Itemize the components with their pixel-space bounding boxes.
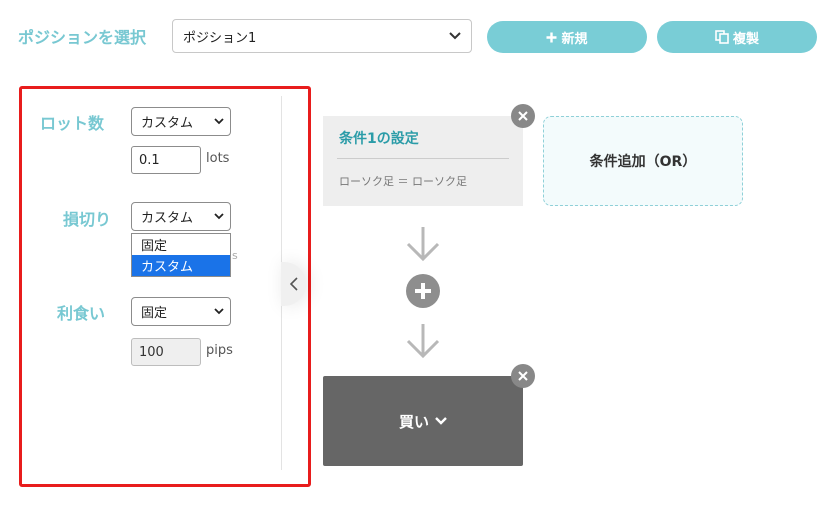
position-select-label: ポジションを選択 (18, 28, 147, 47)
take-profit-mode-select[interactable]: 固定 (131, 297, 231, 326)
dropdown-option-fixed[interactable]: 固定 (132, 234, 230, 255)
condition-title: 条件1の設定 (339, 131, 419, 147)
position-select[interactable]: ポジション1 (172, 19, 472, 53)
stop-loss-label: 損切り (63, 210, 112, 229)
chevron-down-icon (214, 118, 224, 125)
stop-loss-mode-select[interactable]: カスタム (131, 202, 231, 231)
new-button-label: 新規 (561, 31, 588, 47)
add-or-condition-button[interactable]: 条件追加（OR） (543, 116, 743, 206)
lot-label: ロット数 (40, 114, 105, 133)
plus-icon (546, 32, 557, 42)
remove-condition-button[interactable] (511, 104, 535, 128)
arrow-down-icon (406, 324, 440, 359)
copy-icon (715, 30, 729, 44)
remove-action-button[interactable] (511, 364, 535, 388)
lot-unit: lots (206, 151, 230, 166)
add-step-button[interactable] (406, 274, 440, 308)
lot-size-value: 0.1 (139, 152, 160, 168)
stop-loss-mode-value: カスタム (141, 211, 194, 226)
chevron-down-icon (449, 32, 461, 40)
stop-loss-unit-fragment: s (232, 249, 238, 262)
chevron-down-icon (214, 308, 224, 315)
condition-card[interactable]: 条件1の設定 ローソク足 ＝ ローソク足 (323, 116, 523, 206)
dropdown-option-custom[interactable]: カスタム (132, 255, 230, 276)
duplicate-position-button[interactable]: 複製 (657, 21, 817, 53)
action-label: 買い (398, 412, 429, 431)
close-icon (518, 111, 528, 121)
add-or-label: 条件追加（OR） (589, 154, 697, 170)
take-profit-value: 100 (139, 344, 164, 360)
close-icon (518, 371, 528, 381)
duplicate-button-label: 複製 (732, 31, 759, 47)
take-profit-input[interactable]: 100 (131, 338, 201, 366)
position-select-value: ポジション1 (183, 30, 257, 46)
condition-divider (337, 158, 509, 159)
take-profit-label: 利食い (57, 304, 106, 323)
chevron-left-icon (289, 277, 298, 291)
condition-description: ローソク足 ＝ ローソク足 (339, 175, 467, 188)
take-profit-mode-value: 固定 (141, 306, 168, 321)
lot-mode-select[interactable]: カスタム (131, 107, 231, 136)
chevron-down-icon (214, 213, 224, 220)
stop-loss-dropdown: 固定 カスタム (131, 233, 231, 277)
lot-mode-value: カスタム (141, 116, 194, 131)
plus-icon (415, 283, 431, 299)
lot-size-input[interactable]: 0.1 (131, 146, 201, 174)
arrow-down-icon (406, 227, 440, 262)
action-card[interactable]: 買い (323, 376, 523, 466)
new-position-button[interactable]: 新規 (487, 21, 647, 53)
chevron-down-icon (435, 417, 447, 425)
take-profit-unit: pips (206, 343, 233, 358)
